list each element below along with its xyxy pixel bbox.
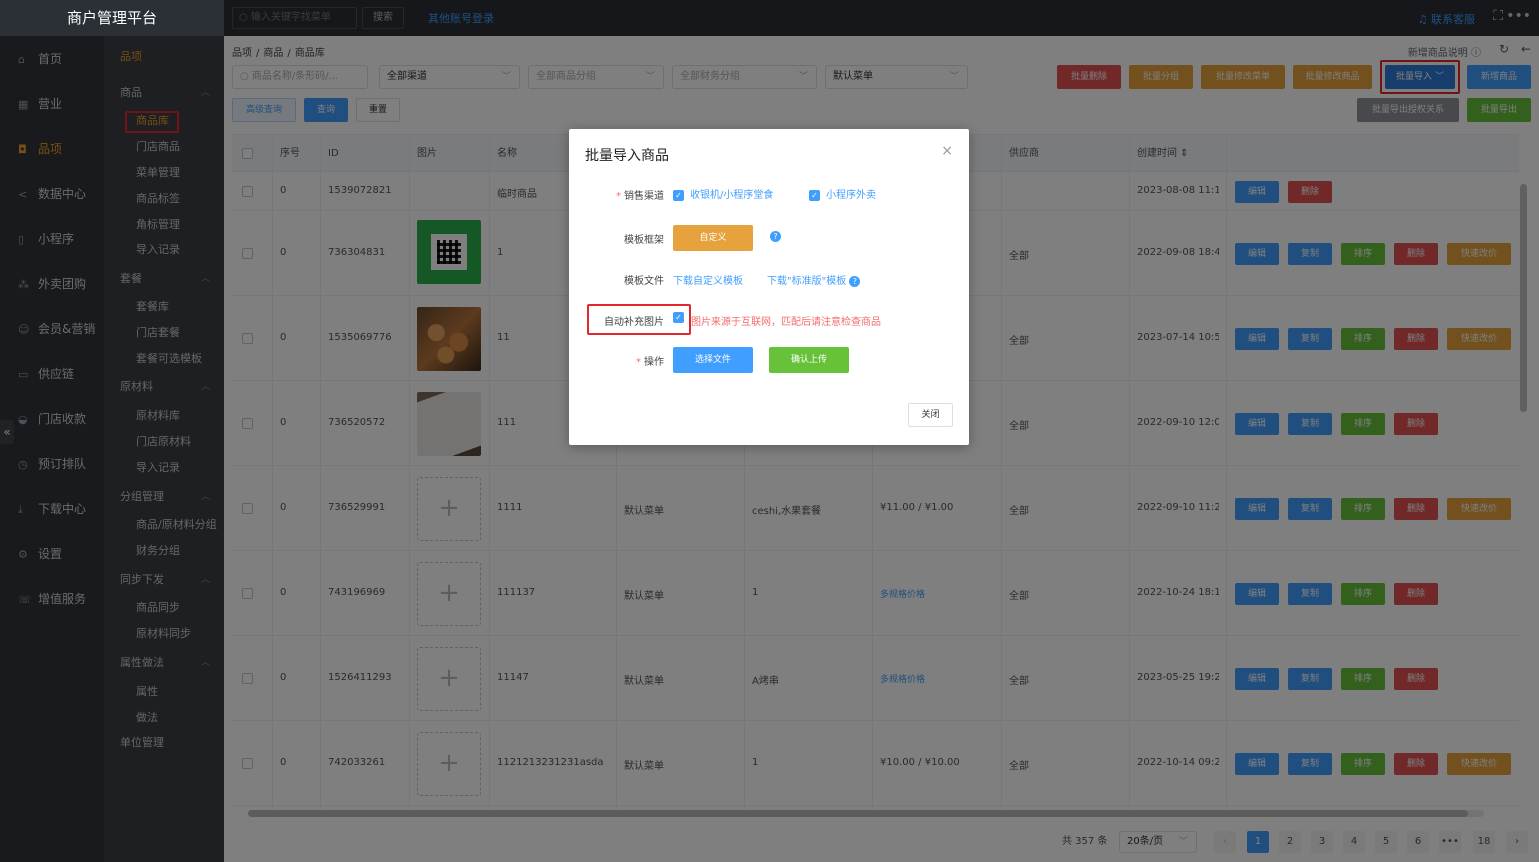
channel-option-takeout[interactable]: ✓ 小程序外卖 <box>809 186 876 201</box>
file-label: 模板文件 <box>624 276 664 287</box>
channel-option-dinein[interactable]: ✓ 收银机/小程序堂食 <box>673 186 773 201</box>
confirm-upload-button[interactable]: 确认上传 <box>769 347 849 373</box>
channel-label: * 销售渠道 <box>616 191 664 202</box>
help-icon[interactable]: ? <box>849 276 861 287</box>
app-root: ⌂首页▦营业◘品项<数据中心▯小程序⁂外卖团购☺会员&营销▭供应链◒门店收款◷预… <box>0 0 1539 862</box>
checkbox-checked-icon[interactable]: ✓ <box>809 189 820 201</box>
select-file-button[interactable]: 选择文件 <box>673 347 753 373</box>
download-standard-template-link[interactable]: 下载"标准版"模板 ? <box>767 272 861 287</box>
checkbox-checked-icon[interactable]: ✓ <box>673 189 684 201</box>
highlight-frame <box>587 304 691 335</box>
close-icon[interactable]: × <box>941 143 953 159</box>
close-button[interactable]: 关闭 <box>908 403 953 427</box>
help-icon[interactable]: ? <box>770 231 781 242</box>
app-title: 商户管理平台 <box>0 0 224 36</box>
frame-label: 模板框架 <box>624 235 664 246</box>
batch-import-dialog: 批量导入商品 × * 销售渠道 ✓ 收银机/小程序堂食 ✓ 小程序外卖 模板框架 自定… <box>569 129 969 445</box>
download-custom-template-link[interactable]: 下载自定义模板 <box>673 272 743 287</box>
auto-image-warning: 图片来源于互联网，匹配后请注意检查商品 <box>691 317 881 328</box>
dialog-title: 批量导入商品 <box>585 148 669 164</box>
custom-frame-button[interactable]: 自定义 <box>673 225 753 251</box>
operation-label: * 操作 <box>636 357 664 368</box>
